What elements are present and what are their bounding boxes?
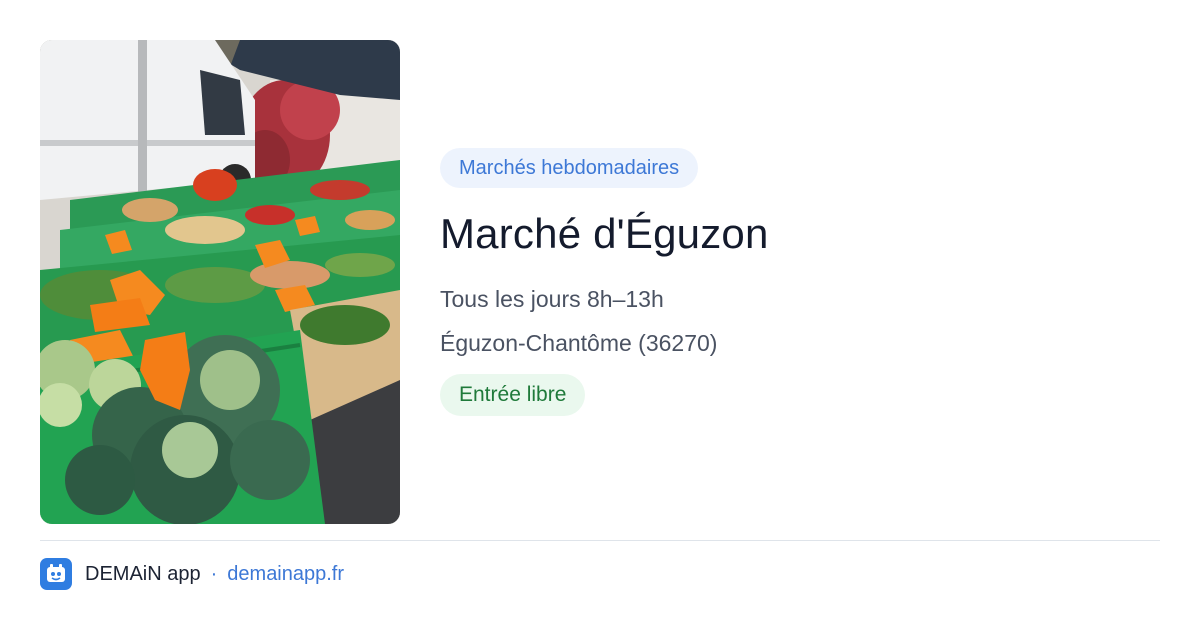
market-stall-photo: [40, 40, 400, 524]
category-badge[interactable]: Marchés hebdomadaires: [440, 148, 699, 188]
app-url-link[interactable]: demainapp.fr: [227, 563, 344, 586]
share-card: Marchés hebdomadaires Marché d'Éguzon To…: [0, 0, 1200, 630]
divider: [40, 540, 1160, 541]
location-text: Éguzon-Chantôme (36270): [440, 330, 718, 356]
footer-separator: ·: [210, 562, 218, 585]
footer: DEMAiN app · demainapp.fr: [40, 558, 344, 590]
opening-hours: Tous les jours 8h–13h: [440, 286, 664, 312]
entry-badge: Entrée libre: [440, 374, 586, 416]
listing-info: Marchés hebdomadaires Marché d'Éguzon To…: [440, 148, 1160, 416]
page-title: Marché d'Éguzon: [440, 210, 769, 257]
app-logo-icon: [40, 558, 72, 590]
app-name: DEMAiN app: [85, 562, 201, 585]
